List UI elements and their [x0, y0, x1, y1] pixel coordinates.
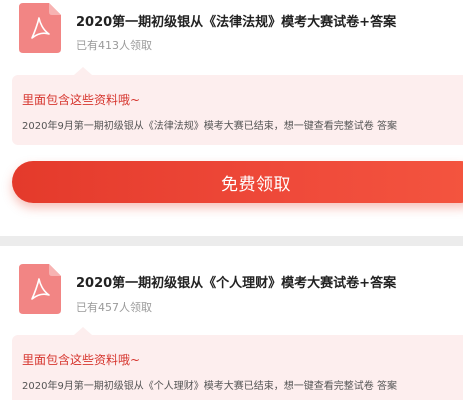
free-claim-label: 免费领取 — [221, 174, 291, 195]
info-heading: 里面包含这些资料哦~ — [22, 353, 141, 367]
claimed-count: 已有457人领取 — [76, 301, 152, 314]
info-box: 里面包含这些资料哦~ 2020年9月第一期初级银从《个人理财》模考大赛已结束，想… — [12, 335, 463, 400]
pdf-file-icon — [19, 264, 61, 314]
free-claim-button[interactable]: 免费领取 — [12, 161, 463, 203]
material-card[interactable]: 2020第一期初级银从《个人理财》模考大赛试卷+答案 已有457人领取 里面包含… — [0, 246, 463, 400]
material-title[interactable]: 2020第一期初级银从《法律法规》模考大赛试卷+答案 — [76, 11, 396, 30]
info-pointer — [74, 327, 92, 335]
info-description: 2020年9月第一期初级银从《个人理财》模考大赛已结束，想一键查看完整试卷 答案 — [22, 381, 397, 392]
info-heading: 里面包含这些资料哦~ — [22, 93, 141, 107]
pdf-file-icon — [19, 3, 61, 53]
info-pointer — [74, 67, 92, 75]
material-title[interactable]: 2020第一期初级银从《个人理财》模考大赛试卷+答案 — [76, 272, 396, 291]
claimed-count: 已有413人领取 — [76, 39, 152, 52]
info-box: 里面包含这些资料哦~ 2020年9月第一期初级银从《法律法规》模考大赛已结束，想… — [12, 75, 463, 145]
info-description: 2020年9月第一期初级银从《法律法规》模考大赛已结束，想一键查看完整试卷 答案 — [22, 121, 397, 132]
material-card[interactable]: 2020第一期初级银从《法律法规》模考大赛试卷+答案 已有413人领取 里面包含… — [0, 0, 463, 236]
